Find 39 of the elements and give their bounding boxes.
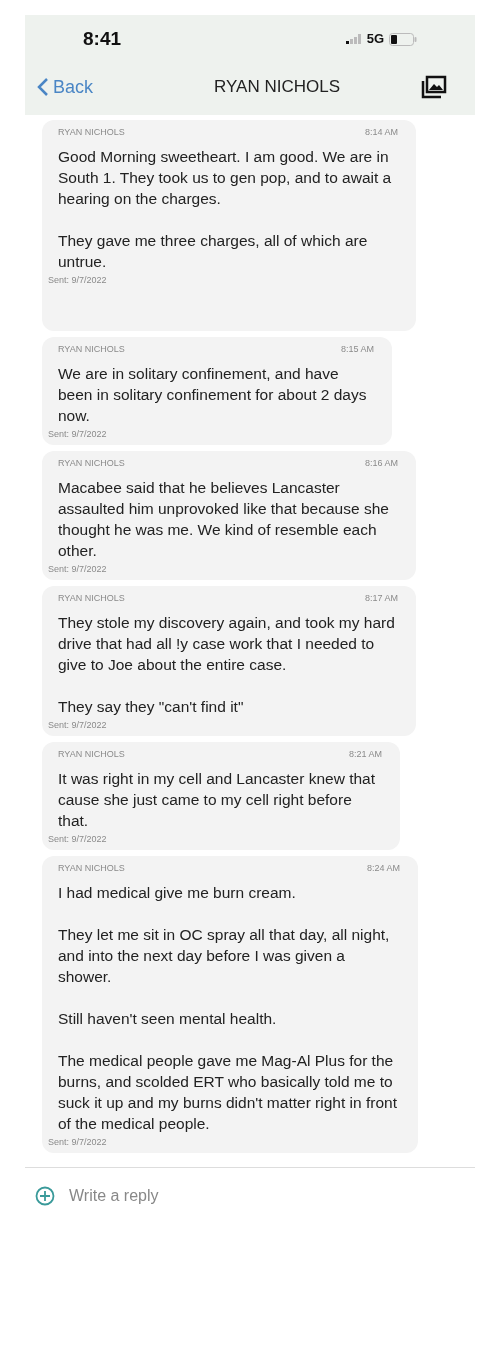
chevron-left-icon bbox=[37, 77, 49, 97]
sent-date: Sent: 9/7/2022 bbox=[48, 1135, 108, 1149]
status-time: 8:41 bbox=[83, 26, 122, 51]
message-text: It was right in my cell and Lancaster knew that cause she just came to my cell right before that. bbox=[58, 768, 377, 831]
sender-name: RYAN NICHOLS bbox=[58, 862, 125, 875]
sender-name: RYAN NICHOLS bbox=[58, 343, 125, 356]
back-button[interactable]: Back bbox=[37, 73, 94, 101]
message-text: They gave me three charges, all of which are untrue. bbox=[58, 230, 369, 272]
sent-date: Sent: 9/7/2022 bbox=[48, 718, 108, 732]
message-time: 8:17 AM bbox=[364, 592, 398, 605]
message-text: The medical people gave me Mag-Al Plus for the burns, and scolded ERT who basically told me to suck it up and my burns didn't matter right in front of the medical people. bbox=[58, 1050, 398, 1134]
message-time: 8:21 AM bbox=[348, 748, 382, 761]
sent-date: Sent: 9/7/2022 bbox=[48, 427, 108, 441]
message-text: They say they "can't find it" bbox=[58, 696, 245, 717]
sender-name: RYAN NICHOLS bbox=[58, 592, 125, 605]
message-text: Macabee said that he believes Lancaster assaulted him unprovoked like that because she thought he was me. We kind of resemble each other. bbox=[58, 477, 390, 561]
sent-date: Sent: 9/7/2022 bbox=[48, 562, 108, 576]
signal-icon bbox=[345, 34, 362, 44]
message-text: Still haven't seen mental health. bbox=[58, 1008, 278, 1029]
sent-date: Sent: 9/7/2022 bbox=[48, 832, 108, 846]
message-time: 8:16 AM bbox=[364, 457, 398, 470]
gallery-icon[interactable] bbox=[421, 75, 447, 99]
message-time: 8:24 AM bbox=[366, 862, 400, 875]
message-time: 8:15 AM bbox=[340, 343, 374, 356]
sent-date: Sent: 9/7/2022 bbox=[48, 273, 108, 287]
network-label: 5G bbox=[366, 30, 384, 49]
sender-name: RYAN NICHOLS bbox=[58, 457, 125, 470]
reply-field[interactable]: Write a reply bbox=[69, 1184, 465, 1208]
conversation-title: RYAN NICHOLS bbox=[214, 76, 340, 99]
message-text: They let me sit in OC spray all that day, all night, and into the next day before I was given a shower. bbox=[58, 924, 391, 987]
message-text: I had medical give me burn cream. bbox=[58, 882, 297, 903]
message-time: 8:14 AM bbox=[364, 126, 398, 139]
sender-name: RYAN NICHOLS bbox=[58, 748, 125, 761]
message-text: They stole my discovery again, and took my hard drive that had all !y case work that I needed to give to Joe about the entire case. bbox=[58, 612, 396, 675]
sender-name: RYAN NICHOLS bbox=[58, 126, 125, 139]
message-text: We are in solitary confinement, and have been in solitary confinement for about 2 days now. bbox=[58, 363, 368, 426]
battery-icon bbox=[389, 32, 417, 46]
add-icon[interactable] bbox=[35, 1186, 55, 1206]
message-text: Good Morning sweetheart. I am good. We are in South 1. They took us to gen pop, and to await a hearing on the charges. bbox=[58, 146, 393, 209]
